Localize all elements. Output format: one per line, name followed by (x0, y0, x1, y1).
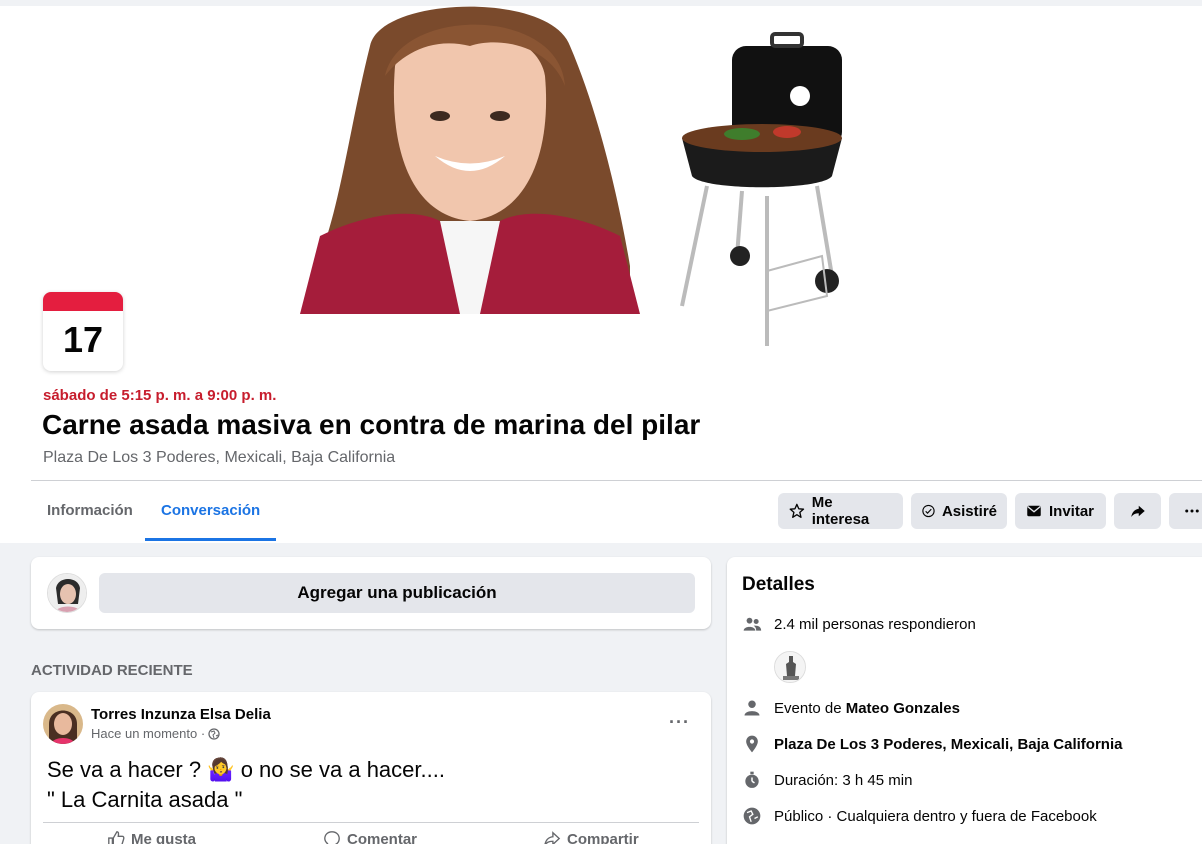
person-icon (744, 700, 760, 716)
post-text: Se va a hacer ? 🤷‍♀️ o no se va a hacer.… (47, 757, 445, 812)
people-icon (743, 617, 762, 631)
share-label: Compartir (567, 830, 639, 844)
place-text: Plaza De Los 3 Poderes, Mexicali, Baja C… (774, 735, 1123, 753)
event-header: 17 sábado de 5:15 p. m. a 9:00 p. m. Car… (0, 0, 1202, 543)
post-card: Torres Inzunza Elsa Delia Hace un moment… (31, 692, 711, 844)
post-author[interactable]: Torres Inzunza Elsa Delia (91, 706, 271, 723)
tab-informacion[interactable]: Información (31, 481, 149, 541)
author-avatar-image (43, 704, 83, 744)
share-button[interactable] (1114, 493, 1161, 529)
going-button[interactable]: Asistiré (911, 493, 1007, 529)
share-icon (544, 831, 561, 844)
cover-photo[interactable] (300, 6, 860, 346)
comment-icon (324, 831, 340, 844)
post-time-text: Hace un momento · (91, 726, 206, 741)
responder-avatar[interactable] (774, 651, 806, 683)
like-button[interactable]: Me gusta (107, 830, 196, 844)
woman-portrait-image (300, 6, 640, 314)
duration-text: Duración: 3 h 45 min (774, 771, 913, 789)
duration-row: Duración: 3 h 45 min (742, 770, 912, 790)
comment-label: Comentar (347, 830, 418, 844)
globe-icon (208, 727, 220, 740)
event-date-time: sábado de 5:15 p. m. a 9:00 p. m. (43, 387, 277, 404)
stopwatch-icon (745, 771, 759, 788)
host-name[interactable]: Mateo Gonzales (846, 700, 960, 717)
location-pin-icon (746, 735, 758, 753)
host-prefix: Evento de (774, 699, 846, 717)
tab-conversacion[interactable]: Conversación (145, 481, 277, 541)
calendar-date-icon: 17 (43, 292, 123, 371)
post-options-icon[interactable]: ··· (669, 712, 690, 733)
details-heading: Detalles (742, 574, 815, 595)
star-icon (789, 503, 805, 518)
more-dots-icon (1184, 509, 1199, 513)
event-title: Carne asada masiva en contra de marina d… (42, 409, 701, 440)
invite-label: Invitar (1049, 502, 1095, 520)
host-text: Evento de Mateo Gonzales (774, 700, 960, 717)
globe-icon (743, 807, 761, 825)
recent-activity-heading: ACTIVIDAD RECIENTE (31, 662, 193, 679)
bbq-grill-image (680, 32, 842, 346)
interested-label: Me interesa (811, 494, 870, 528)
post-time[interactable]: Hace un momento · (91, 726, 220, 741)
comment-button[interactable]: Comentar (323, 830, 417, 844)
calendar-day: 17 (62, 319, 104, 360)
share-arrow-icon (1130, 505, 1145, 517)
check-circle-icon (922, 504, 935, 518)
details-card: Detalles 2.4 mil personas respondieron E… (727, 557, 1202, 844)
user-avatar[interactable] (47, 573, 87, 613)
event-location[interactable]: Plaza De Los 3 Poderes, Mexicali, Baja C… (43, 449, 395, 467)
privacy-text: Público · Cualquiera dentro y fuera de F… (774, 807, 1097, 825)
going-label: Asistiré (941, 502, 997, 520)
host-row: Evento de Mateo Gonzales (742, 698, 960, 718)
responded-text: 2.4 mil personas respondieron (774, 615, 976, 633)
place-row[interactable]: Plaza De Los 3 Poderes, Mexicali, Baja C… (742, 734, 1122, 754)
share-post-button[interactable]: Compartir (543, 830, 639, 844)
invite-button[interactable]: Invitar (1015, 493, 1106, 529)
thumbs-up-icon (108, 831, 125, 844)
privacy-row: Público · Cualquiera dentro y fuera de F… (742, 806, 1097, 826)
interested-button[interactable]: Me interesa (778, 493, 903, 529)
more-options-button[interactable] (1169, 493, 1202, 529)
responder-avatar-image (775, 652, 805, 682)
user-avatar-image (48, 574, 86, 612)
author-avatar[interactable] (43, 704, 83, 744)
add-post-button[interactable]: Agregar una publicación (99, 573, 695, 613)
envelope-icon (1027, 505, 1041, 517)
responded-row[interactable]: 2.4 mil personas respondieron (742, 614, 976, 634)
post-composer: Agregar una publicación (31, 557, 711, 629)
post-divider (43, 822, 699, 823)
calendar-header (43, 292, 123, 311)
like-label: Me gusta (131, 830, 197, 844)
